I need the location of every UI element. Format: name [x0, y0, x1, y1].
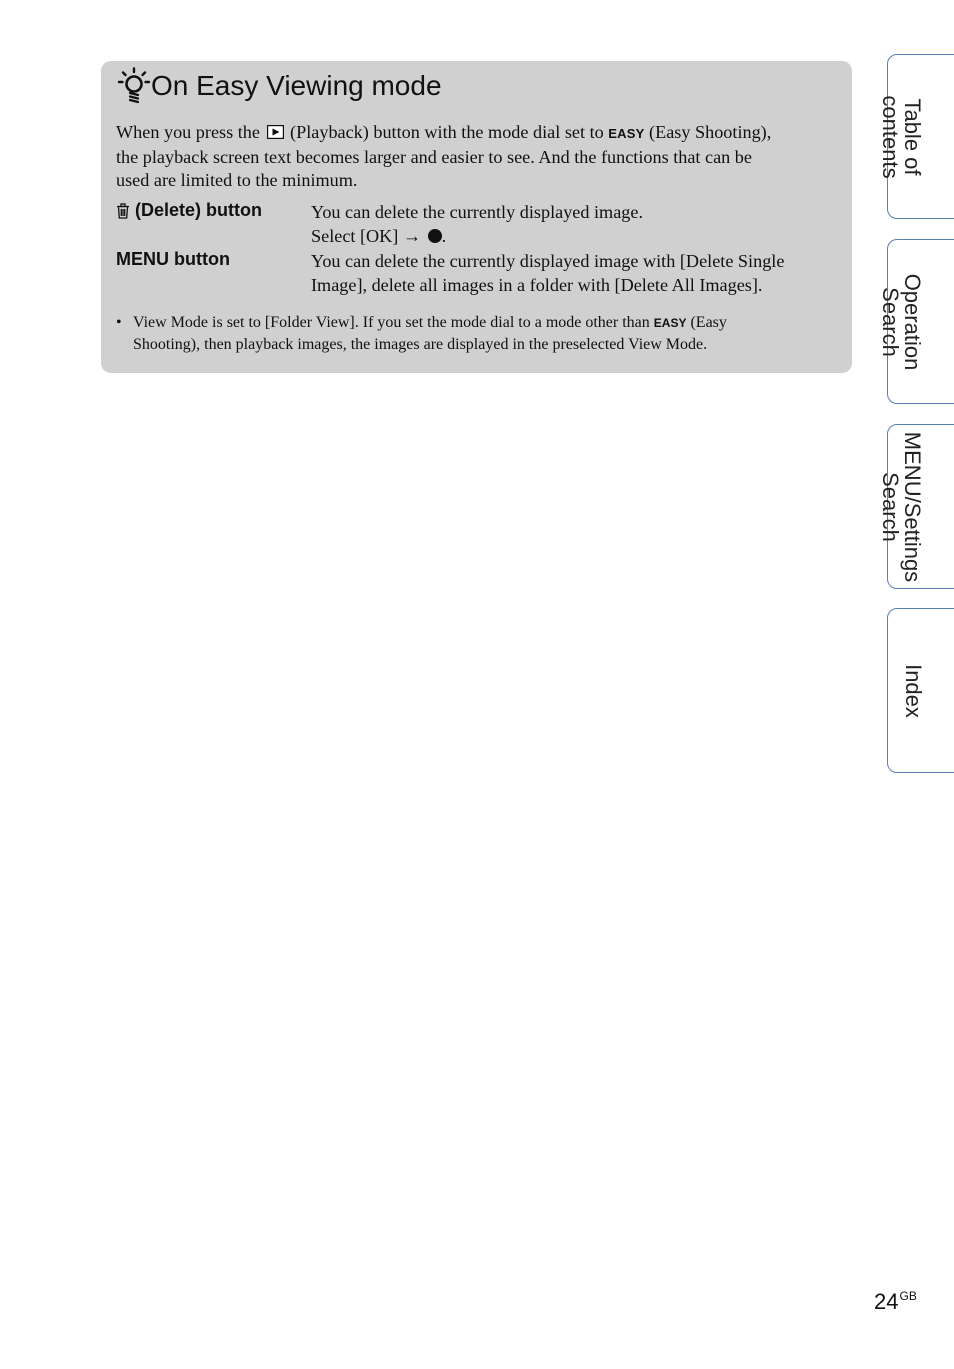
tab-operation-search-label: Operation Search	[878, 273, 925, 370]
tab-label-line1: Table of	[900, 97, 925, 176]
tab-label-line2: contents	[878, 94, 903, 179]
delete-button-label: (Delete) button	[116, 200, 262, 221]
view-mode-note: • View Mode is set to [Folder View]. If …	[116, 312, 816, 356]
page-number: 24GB	[874, 1289, 917, 1315]
intro-text-part3: (Easy Shooting),	[649, 122, 772, 142]
delete-desc-line1: You can delete the currently displayed i…	[311, 202, 643, 222]
menu-button-label: MENU button	[116, 249, 230, 269]
tip-intro-paragraph: When you press the (Playback) button wit…	[116, 121, 836, 193]
tip-title: On Easy Viewing mode	[151, 70, 442, 101]
trash-icon	[117, 202, 129, 219]
intro-text-line2: the playback screen text becomes larger …	[116, 146, 752, 167]
delete-button-label-text: (Delete) button	[135, 200, 262, 220]
note-text-part1: View Mode is set to [Folder View]. If yo…	[133, 314, 650, 331]
menu-button-row: MENU button You can delete the currently…	[116, 249, 836, 297]
center-button-dot-icon	[427, 229, 442, 243]
hint-bulb-icon	[117, 67, 151, 104]
note-bullet: •	[116, 314, 122, 331]
tab-operation-search[interactable]: Operation Search	[878, 239, 954, 404]
intro-text-line3: used are limited to the minimum.	[116, 170, 358, 190]
tab-index-label: Index	[901, 663, 926, 718]
note-text-part2: (Easy	[690, 314, 727, 331]
tab-label-line1: Index	[901, 663, 926, 718]
tab-menu-settings-search[interactable]: MENU/Settings Search	[878, 424, 954, 589]
delete-desc-line2: Select [OK] →	[311, 226, 422, 246]
tip-heading: On Easy Viewing mode	[117, 67, 442, 105]
easy-viewing-tip-box: On Easy Viewing mode When you press the …	[101, 61, 852, 373]
easy-mode-mark: EASY	[608, 126, 645, 141]
tab-label-line1: MENU/Settings	[900, 431, 925, 582]
page-number-value: 24	[874, 1289, 899, 1314]
menu-desc-line1: You can delete the currently displayed i…	[311, 251, 785, 271]
menu-desc-line2: Image], delete all images in a folder wi…	[311, 275, 763, 295]
playback-icon	[266, 125, 284, 139]
delete-button-row: (Delete) button You can delete the curre…	[116, 200, 836, 248]
tab-label-line2: Search	[878, 471, 903, 542]
tab-label-line2: Search	[878, 286, 903, 357]
intro-text-part2: (Playback) button with the mode dial set…	[290, 122, 604, 142]
tab-table-of-contents[interactable]: Table of contents	[878, 54, 954, 219]
tab-label-line1: Operation	[900, 273, 925, 370]
tab-index[interactable]: Index	[887, 608, 954, 773]
menu-button-description: You can delete the currently displayed i…	[311, 249, 831, 297]
tab-menu-settings-search-label: MENU/Settings Search	[878, 431, 925, 582]
page-number-suffix: GB	[899, 1289, 917, 1303]
note-text-line2: Shooting), then playback images, the ima…	[133, 336, 708, 353]
delete-button-description: You can delete the currently displayed i…	[311, 200, 831, 248]
tab-table-of-contents-label: Table of contents	[878, 94, 925, 179]
note-easy-mode-mark: EASY	[653, 316, 687, 330]
intro-text-part1: When you press the	[116, 122, 260, 142]
